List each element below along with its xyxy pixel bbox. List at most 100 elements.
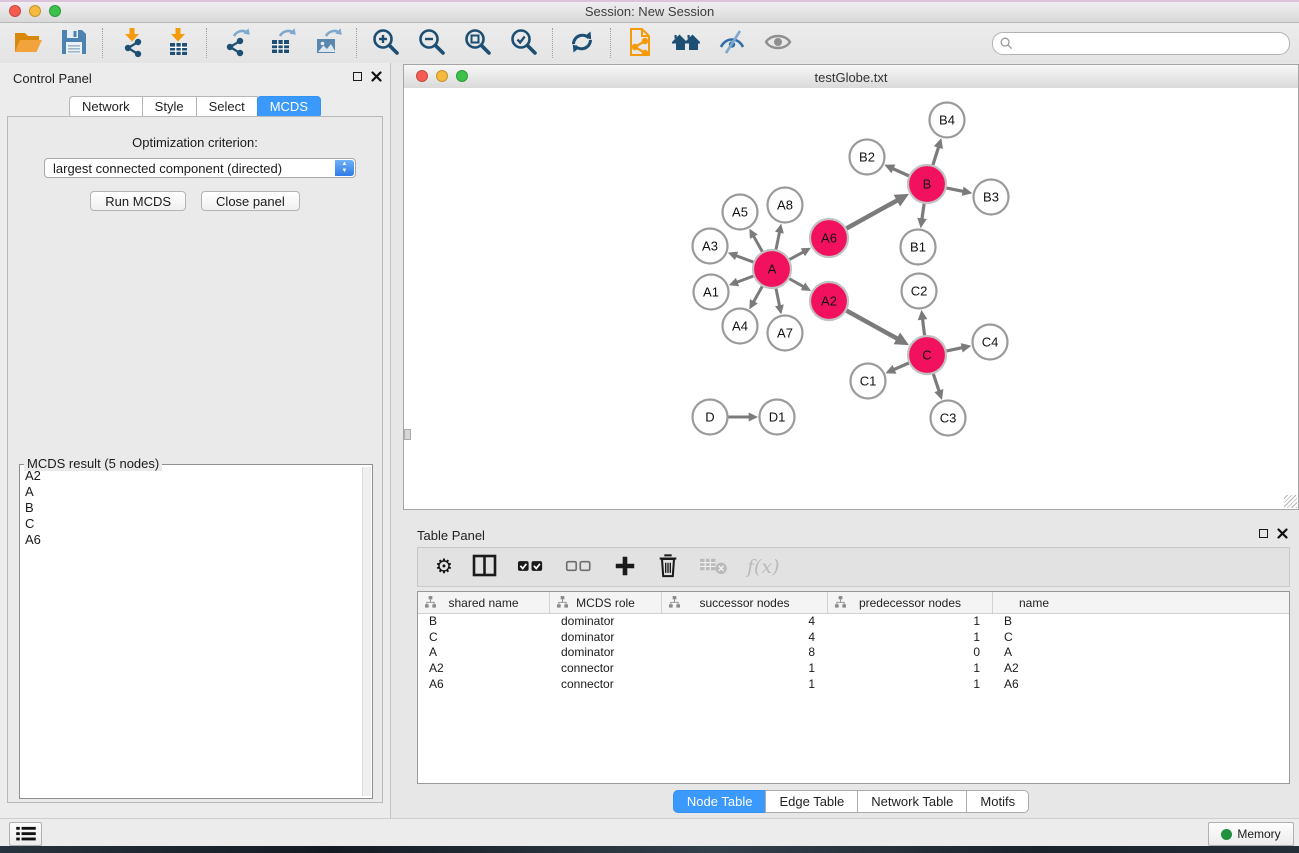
edge-A-A3[interactable] bbox=[736, 256, 754, 263]
network-window-titlebar[interactable]: testGlobe.txt bbox=[404, 65, 1298, 89]
zoom-selected-button[interactable] bbox=[507, 27, 541, 59]
show-graphics-details-button[interactable] bbox=[761, 27, 795, 59]
tab-select[interactable]: Select bbox=[196, 96, 258, 118]
close-panel-icon[interactable] bbox=[371, 71, 382, 82]
tab-style[interactable]: Style bbox=[142, 96, 197, 118]
import-table-button[interactable] bbox=[161, 27, 195, 59]
delete-column-button[interactable] bbox=[656, 552, 680, 582]
search-input[interactable] bbox=[1017, 35, 1289, 52]
edge-A-A4[interactable] bbox=[753, 286, 762, 302]
tab-mcds[interactable]: MCDS bbox=[257, 96, 321, 118]
cell-shared-name[interactable]: A6 bbox=[418, 677, 550, 693]
cell-name[interactable]: C bbox=[993, 630, 1075, 646]
export-image-button[interactable] bbox=[311, 27, 345, 59]
tab-motifs[interactable]: Motifs bbox=[966, 790, 1029, 813]
edge-C-C1[interactable] bbox=[894, 363, 910, 370]
close-panel-button[interactable]: Close panel bbox=[201, 191, 300, 211]
result-item[interactable]: A6 bbox=[21, 532, 362, 548]
mcds-result-list[interactable]: A2ABCA6 bbox=[21, 468, 362, 797]
tab-node-table[interactable]: Node Table bbox=[673, 790, 767, 813]
edge-C-C2[interactable] bbox=[923, 319, 925, 336]
deselect-all-button[interactable] bbox=[565, 552, 594, 582]
column-header-predecessor-nodes[interactable]: predecessor nodes bbox=[828, 592, 993, 613]
home-layout-button[interactable] bbox=[669, 27, 703, 59]
cell-successor-nodes[interactable]: 1 bbox=[662, 661, 828, 677]
tab-network-table[interactable]: Network Table bbox=[857, 790, 967, 813]
cell-shared-name[interactable]: C bbox=[418, 630, 550, 646]
window-edge-handle[interactable] bbox=[404, 429, 411, 440]
edge-B-B3[interactable] bbox=[946, 188, 964, 192]
zoom-out-button[interactable] bbox=[415, 27, 449, 59]
column-header-name[interactable]: name bbox=[993, 592, 1075, 613]
cell-predecessor-nodes[interactable]: 1 bbox=[828, 614, 993, 630]
cell-name[interactable]: A6 bbox=[993, 677, 1075, 693]
table-row[interactable]: A6connector11A6 bbox=[418, 677, 1289, 693]
edge-A6-B[interactable] bbox=[846, 200, 898, 229]
memory-button[interactable]: Memory bbox=[1208, 822, 1294, 846]
cell-MCDS-role[interactable]: connector bbox=[550, 661, 662, 677]
edge-A2-C[interactable] bbox=[846, 310, 898, 339]
edge-A-A6[interactable] bbox=[789, 252, 804, 260]
table-row[interactable]: Bdominator41B bbox=[418, 614, 1289, 630]
result-list-scrollbar[interactable] bbox=[362, 467, 371, 796]
column-header-MCDS-role[interactable]: MCDS role bbox=[550, 592, 662, 613]
cell-successor-nodes[interactable]: 8 bbox=[662, 645, 828, 661]
cell-shared-name[interactable]: B bbox=[418, 614, 550, 630]
table-row[interactable]: Cdominator41C bbox=[418, 630, 1289, 646]
tab-edge-table[interactable]: Edge Table bbox=[765, 790, 858, 813]
cell-MCDS-role[interactable]: dominator bbox=[550, 630, 662, 646]
result-item[interactable]: C bbox=[21, 516, 362, 532]
task-history-button[interactable] bbox=[9, 822, 42, 846]
resize-grip-icon[interactable] bbox=[1284, 495, 1297, 508]
zoom-in-button[interactable] bbox=[369, 27, 403, 59]
result-item[interactable]: A bbox=[21, 484, 362, 500]
table-settings-button[interactable]: ⚙ bbox=[435, 552, 453, 582]
network-view-canvas[interactable]: B4B2BB3A8A5A6A3B1AC2A1A2A4A7C4CC1C3DD1 bbox=[404, 88, 1298, 509]
edge-A-A1[interactable] bbox=[737, 276, 754, 283]
cell-MCDS-role[interactable]: dominator bbox=[550, 645, 662, 661]
cell-shared-name[interactable]: A bbox=[418, 645, 550, 661]
float-table-panel-icon[interactable] bbox=[1259, 529, 1268, 538]
edge-C-C4[interactable] bbox=[946, 348, 963, 352]
edge-C-C3[interactable] bbox=[933, 374, 939, 392]
column-header-shared-name[interactable]: shared name bbox=[418, 592, 550, 613]
cell-predecessor-nodes[interactable]: 1 bbox=[828, 661, 993, 677]
add-column-button[interactable] bbox=[613, 552, 637, 582]
cell-shared-name[interactable]: A2 bbox=[418, 661, 550, 677]
float-panel-icon[interactable] bbox=[353, 72, 362, 81]
result-item[interactable]: A2 bbox=[21, 468, 362, 484]
save-session-button[interactable] bbox=[57, 27, 91, 59]
toggle-birdseye-button[interactable] bbox=[715, 27, 749, 59]
select-all-button[interactable] bbox=[517, 552, 546, 582]
cell-predecessor-nodes[interactable]: 1 bbox=[828, 677, 993, 693]
zoom-fit-button[interactable] bbox=[461, 27, 495, 59]
cell-successor-nodes[interactable]: 4 bbox=[662, 614, 828, 630]
open-session-button[interactable] bbox=[11, 27, 45, 59]
cell-MCDS-role[interactable]: dominator bbox=[550, 614, 662, 630]
cell-successor-nodes[interactable]: 4 bbox=[662, 630, 828, 646]
edge-A-A2[interactable] bbox=[789, 279, 804, 287]
export-network-button[interactable] bbox=[219, 27, 253, 59]
run-mcds-button[interactable]: Run MCDS bbox=[90, 191, 186, 211]
network-graph[interactable]: B4B2BB3A8A5A6A3B1AC2A1A2A4A7C4CC1C3DD1 bbox=[404, 88, 1298, 509]
cell-name[interactable]: A bbox=[993, 645, 1075, 661]
edge-A-A5[interactable] bbox=[753, 236, 762, 252]
result-item[interactable]: B bbox=[21, 500, 362, 516]
cell-MCDS-role[interactable]: connector bbox=[550, 677, 662, 693]
node-table[interactable]: shared nameMCDS rolesuccessor nodesprede… bbox=[417, 591, 1290, 784]
search-box[interactable] bbox=[992, 32, 1290, 55]
new-session-from-network-button[interactable] bbox=[623, 27, 657, 59]
cell-predecessor-nodes[interactable]: 1 bbox=[828, 630, 993, 646]
table-row[interactable]: Adominator80A bbox=[418, 645, 1289, 661]
cell-predecessor-nodes[interactable]: 0 bbox=[828, 645, 993, 661]
edge-A-A8[interactable] bbox=[776, 232, 780, 250]
export-table-button[interactable] bbox=[265, 27, 299, 59]
refresh-layout-button[interactable] bbox=[565, 27, 599, 59]
close-table-panel-icon[interactable] bbox=[1277, 528, 1288, 539]
import-network-button[interactable] bbox=[115, 27, 149, 59]
column-chooser-button[interactable] bbox=[472, 552, 498, 582]
edge-B-B1[interactable] bbox=[922, 203, 924, 219]
column-header-successor-nodes[interactable]: successor nodes bbox=[662, 592, 828, 613]
edge-B-B4[interactable] bbox=[933, 147, 939, 166]
edge-A-A7[interactable] bbox=[776, 288, 780, 306]
